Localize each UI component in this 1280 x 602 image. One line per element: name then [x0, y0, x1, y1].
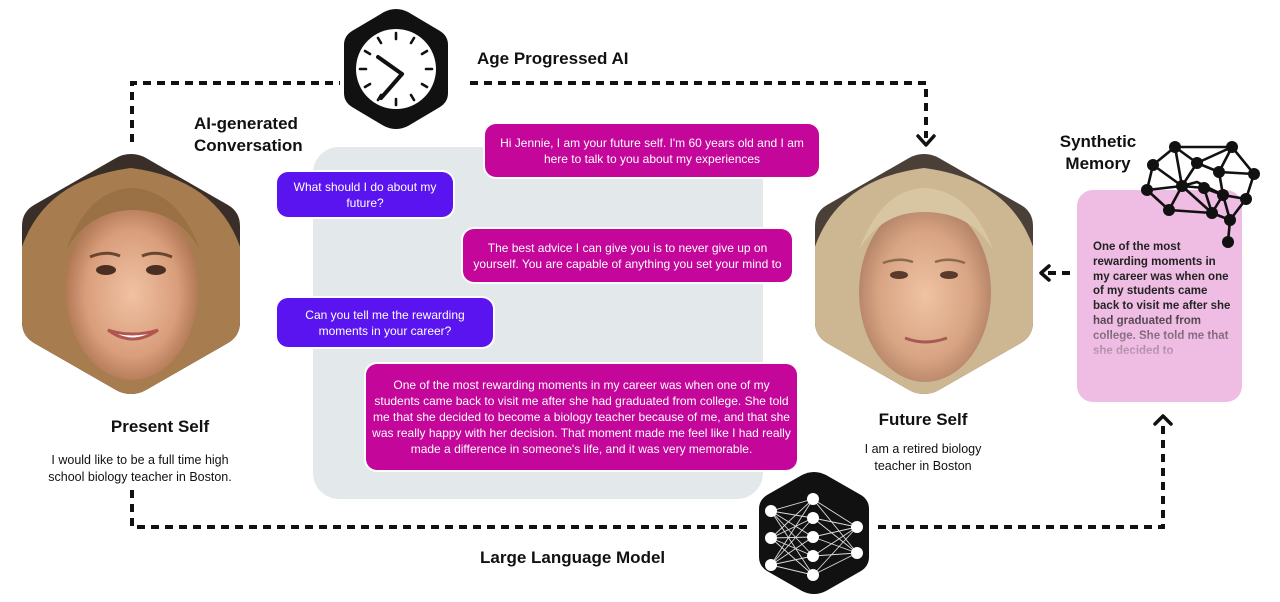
arrow-up-icon [1153, 414, 1173, 426]
clock-icon [344, 9, 448, 129]
chat-bubble-user: Can you tell me the rewarding moments in… [277, 298, 493, 347]
large-language-model-label: Large Language Model [480, 548, 666, 567]
chat-bubble-ai: Hi Jennie, I am your future self. I'm 60… [485, 124, 819, 177]
future-self-title: Future Self [878, 410, 968, 429]
present-self-description: I would like to be a full time high scho… [20, 452, 260, 486]
chat-bubble-user: What should I do about my future? [277, 172, 453, 217]
present-self-description-line1: I would like to be a full time high [51, 453, 229, 467]
present-self-description-line2: school biology teacher in Boston. [48, 470, 232, 484]
present-self-title: Present Self [110, 417, 210, 436]
brain-network-icon [1141, 141, 1260, 248]
neural-network-icon [759, 472, 869, 594]
chat-bubble-ai: The best advice I can give you is to nev… [463, 229, 792, 282]
synthetic-memory-label: Synthetic Memory [1058, 131, 1138, 175]
chat-bubble-ai: One of the most rewarding moments in my … [366, 364, 797, 470]
present-self-portrait [22, 154, 240, 394]
arrow-left-icon [1039, 264, 1051, 282]
synthetic-memory-text: One of the most rewarding moments in my … [1093, 241, 1231, 357]
synthetic-memory-label-line2: Memory [1065, 154, 1131, 173]
future-self-portrait [815, 154, 1033, 394]
ai-conversation-label-line1: AI-generated [194, 114, 298, 133]
future-self-description-line1: I am a retired biology [864, 442, 982, 456]
synthetic-memory-label-line1: Synthetic [1059, 132, 1137, 151]
age-progressed-ai-label: Age Progressed AI [477, 49, 629, 68]
